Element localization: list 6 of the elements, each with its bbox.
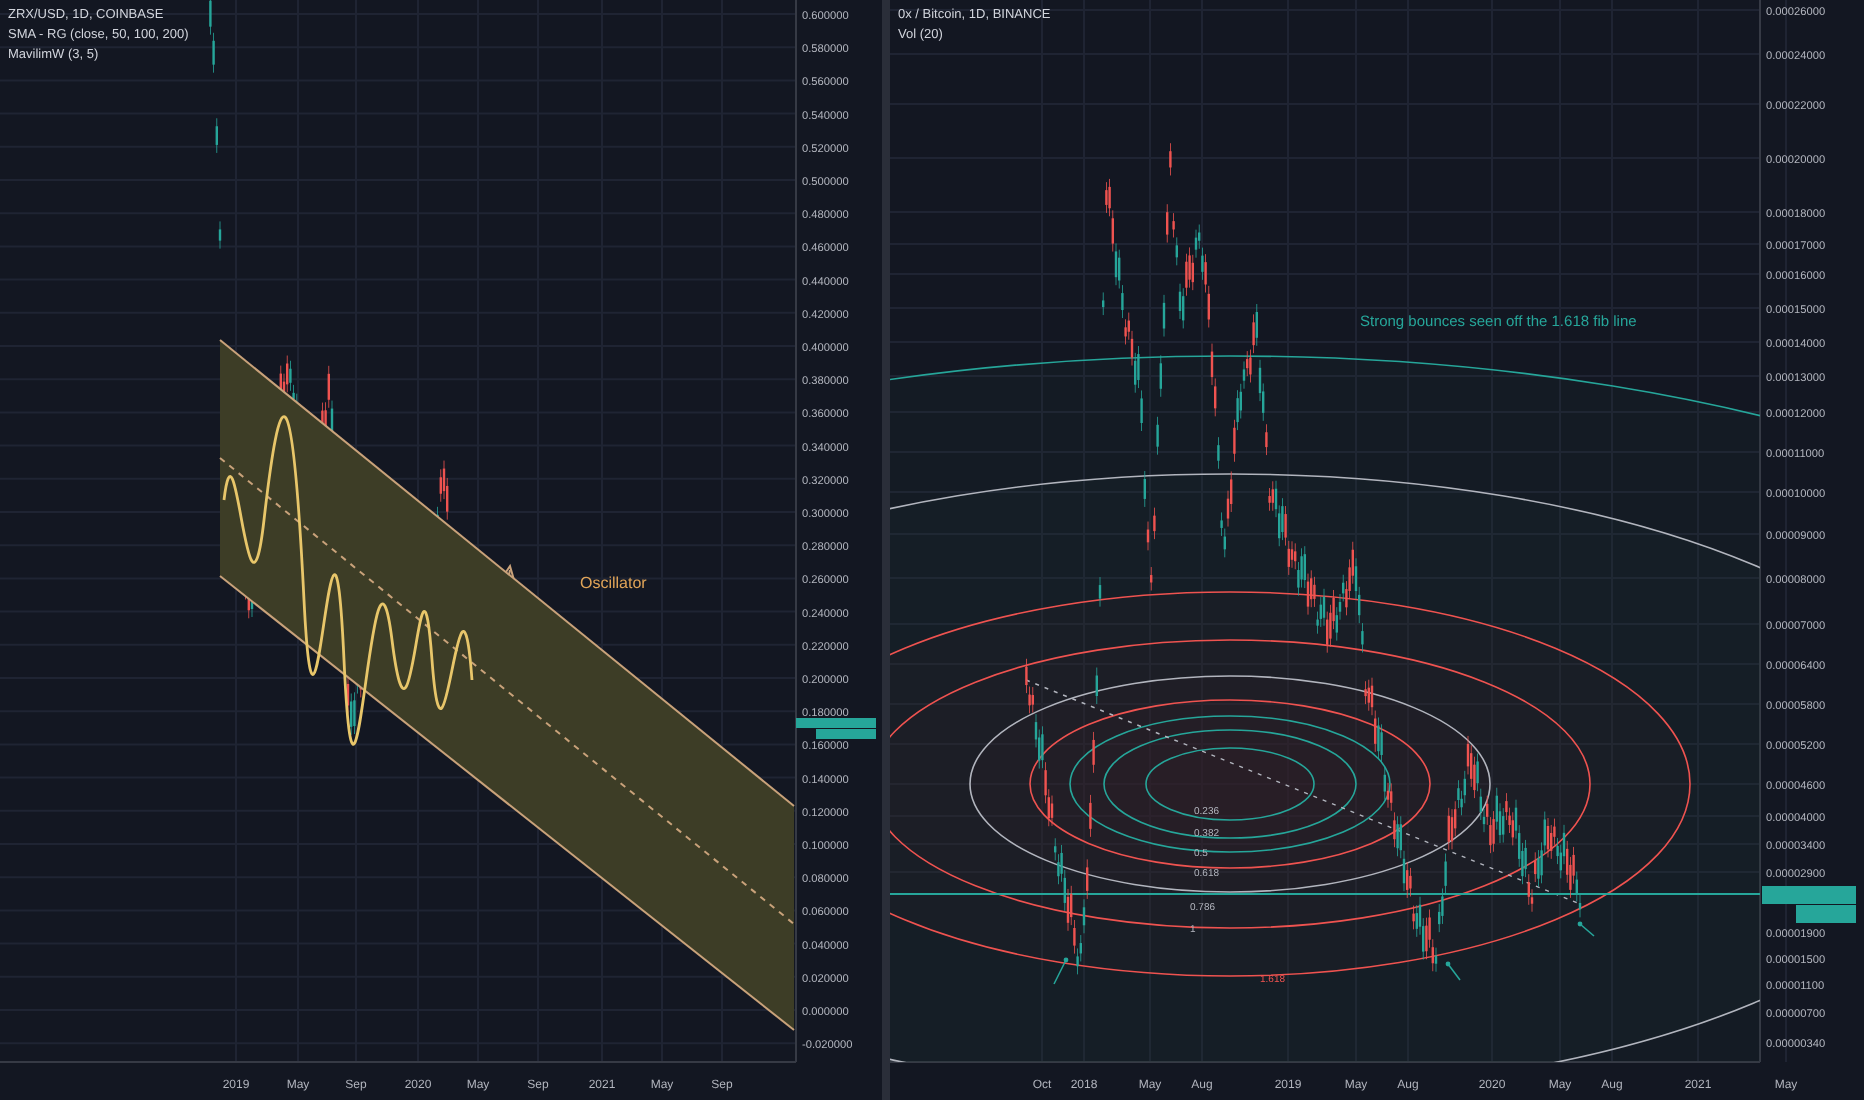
arrow-icon bbox=[1053, 957, 1069, 985]
price-tag bbox=[796, 718, 876, 739]
chart-annotation: Oscillator bbox=[580, 574, 647, 592]
arrow-icon bbox=[1577, 921, 1595, 937]
arrow-icon bbox=[1445, 961, 1461, 981]
price-tag bbox=[1762, 886, 1856, 923]
